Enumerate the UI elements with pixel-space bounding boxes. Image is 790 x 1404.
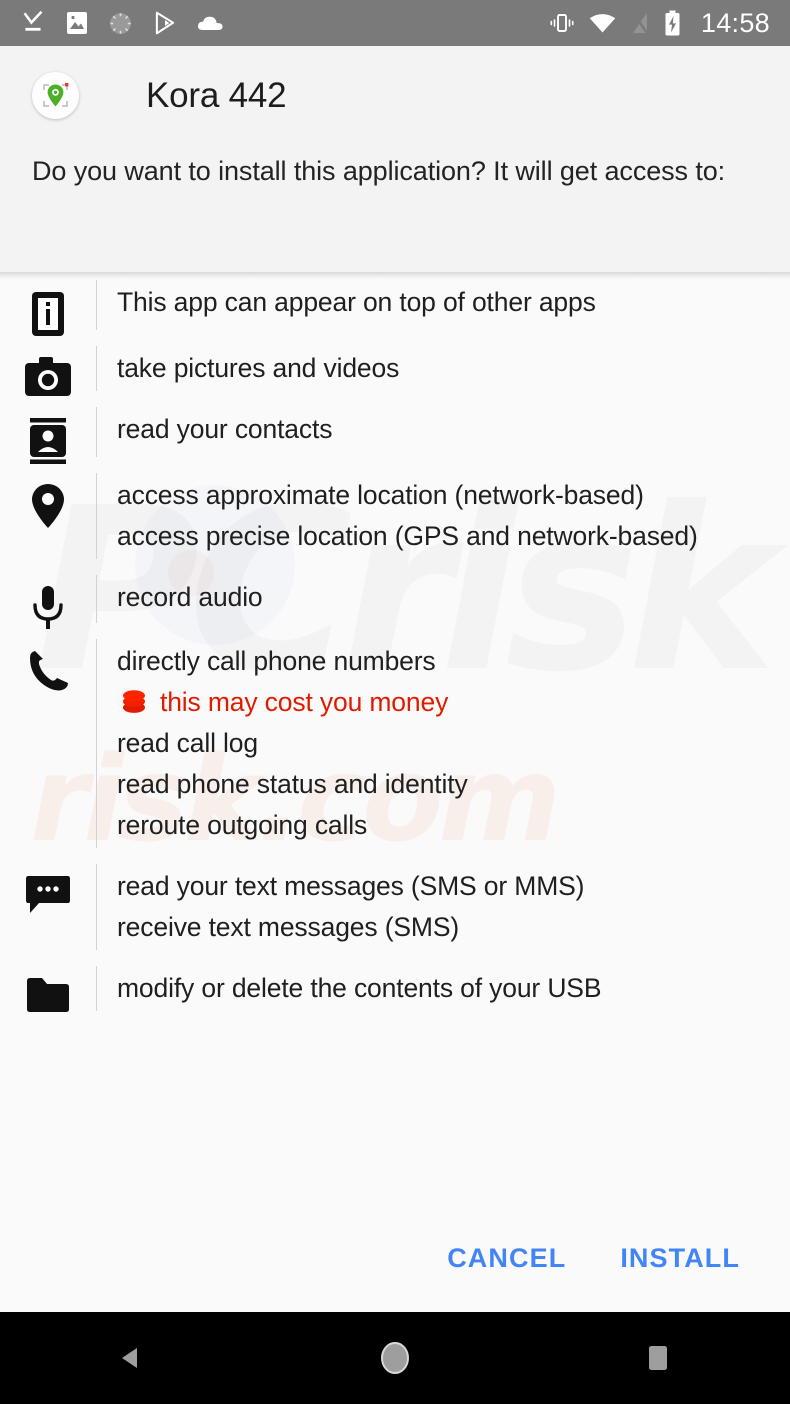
cloud-icon xyxy=(197,16,223,30)
folder-icon xyxy=(27,977,69,1012)
permission-text-cell: directly call phone numbers this may cos… xyxy=(97,631,772,856)
phone-icon xyxy=(30,650,68,691)
permission-icon-cell xyxy=(0,856,96,958)
permission-group: access approximate location (network-bas… xyxy=(0,465,790,567)
permission-icon-cell xyxy=(0,272,96,338)
permission-icon-cell xyxy=(0,631,96,856)
status-bar-system-icons: 14:58 xyxy=(549,8,770,39)
permission-group: directly call phone numbers this may cos… xyxy=(0,631,790,856)
permission-text-cell: This app can appear on top of other apps xyxy=(97,272,772,338)
permission-line: record audio xyxy=(117,581,263,612)
permission-text-cell: read your text messages (SMS or MMS) rece… xyxy=(97,856,772,958)
permission-group: record audio xyxy=(0,567,790,631)
install-prompt-text: Do you want to install this application?… xyxy=(32,156,726,186)
permission-line: read phone status and identity xyxy=(117,768,468,799)
permission-line: This app can appear on top of other apps xyxy=(117,287,596,317)
permission-line: directly call phone numbers xyxy=(117,645,436,676)
permission-icon-cell xyxy=(0,338,96,399)
android-navigation-bar xyxy=(0,1312,790,1404)
sms-icon xyxy=(26,875,70,913)
cancel-button[interactable]: CANCEL xyxy=(439,1231,574,1286)
permission-line: reroute outgoing calls xyxy=(117,809,368,840)
contacts-icon xyxy=(30,417,66,464)
recents-square-icon xyxy=(649,1346,668,1370)
permission-line: receive text messages (SMS) xyxy=(117,911,460,942)
status-bar-notification-icons xyxy=(20,10,549,36)
play-store-icon xyxy=(155,11,175,35)
location-pin-camera-icon xyxy=(43,83,69,107)
permission-line: access approximate location (network-bas… xyxy=(117,479,644,510)
app-identity-row: Kora 442 xyxy=(0,46,790,119)
permission-line: read call log xyxy=(117,727,258,758)
permission-text-cell: record audio xyxy=(97,567,772,631)
dialog-action-bar: CANCEL INSTALL xyxy=(0,1216,790,1300)
camera-icon xyxy=(25,357,71,396)
permission-icon-cell xyxy=(0,465,96,567)
permission-line: take pictures and videos xyxy=(117,353,400,383)
download-complete-icon xyxy=(23,10,43,31)
permission-line: modify or delete the contents of your US… xyxy=(117,972,602,1003)
status-bar: 14:58 xyxy=(0,0,790,46)
permission-icon-cell xyxy=(0,567,96,631)
app-title: Kora 442 xyxy=(146,75,287,115)
permission-group: modify or delete the contents of your US… xyxy=(0,958,790,1019)
back-triangle-icon xyxy=(121,1348,137,1368)
permission-cost-warning: this may cost you money xyxy=(117,682,772,723)
permission-text-cell: modify or delete the contents of your US… xyxy=(97,958,772,1019)
image-icon xyxy=(67,12,87,34)
permission-line: read your text messages (SMS or MMS) xyxy=(117,870,585,901)
microphone-icon xyxy=(33,585,63,629)
permission-line: read your contacts xyxy=(117,413,333,444)
permission-list[interactable]: This app can appear on top of other apps… xyxy=(0,272,790,1216)
home-circle-icon xyxy=(380,1342,409,1374)
app-icon xyxy=(32,72,79,119)
permission-text-cell: take pictures and videos xyxy=(97,338,772,399)
battery-charging-icon xyxy=(665,10,680,35)
dialog-header: Kora 442 Do you want to install this app… xyxy=(0,46,790,279)
permission-group: take pictures and videos xyxy=(0,338,790,399)
cost-money-coins-icon xyxy=(123,690,145,714)
back-button[interactable] xyxy=(77,1312,187,1404)
appear-on-top-icon xyxy=(32,292,64,336)
permission-group: This app can appear on top of other apps xyxy=(0,272,790,338)
status-bar-clock: 14:58 xyxy=(700,7,770,38)
location-pin-icon xyxy=(32,483,64,528)
recents-button[interactable] xyxy=(603,1312,713,1404)
home-button[interactable] xyxy=(340,1312,450,1404)
wifi-icon xyxy=(589,13,616,32)
no-sim-icon xyxy=(631,11,649,36)
permission-text-cell: read your contacts xyxy=(97,399,772,465)
vibrate-mode-icon xyxy=(550,14,574,32)
android-install-permission-screen: 14:58 Kora 442 Do you want to install th… xyxy=(0,0,790,1404)
permission-icon-cell xyxy=(0,399,96,465)
permission-group: read your text messages (SMS or MMS) rece… xyxy=(0,856,790,958)
sync-progress-icon xyxy=(110,12,131,34)
permission-group: read your contacts xyxy=(0,399,790,465)
permission-icon-cell xyxy=(0,958,96,1019)
permission-line: access precise location (GPS and network… xyxy=(117,520,698,551)
permission-text-cell: access approximate location (network-bas… xyxy=(97,465,772,567)
permission-cost-warning-label: this may cost you money xyxy=(160,686,449,717)
install-button[interactable]: INSTALL xyxy=(612,1231,748,1286)
